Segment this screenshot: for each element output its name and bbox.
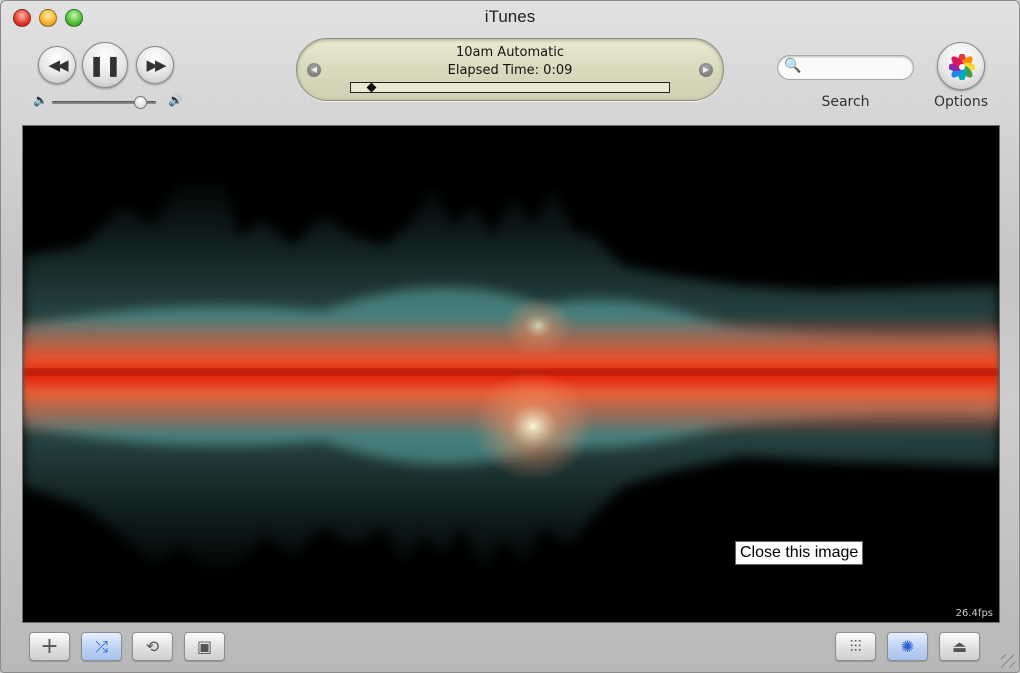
search-icon: 🔍 xyxy=(784,58,802,74)
window-title: iTunes xyxy=(484,7,536,26)
fps-counter: 26.4fps xyxy=(955,608,993,619)
visualizer-button[interactable]: ✺ xyxy=(887,632,928,661)
volume-high-icon: 🔊 xyxy=(168,93,183,107)
fast-forward-icon: ▶▶ xyxy=(146,56,166,74)
rewind-button[interactable]: ◀◀ xyxy=(38,46,76,84)
search-input[interactable] xyxy=(806,59,910,78)
volume-control: 🔈 🔊 xyxy=(33,93,183,111)
repeat-button[interactable]: ⟲ xyxy=(132,632,173,661)
repeat-icon: ⟲ xyxy=(145,637,160,656)
rewind-icon: ◀◀ xyxy=(48,56,68,74)
options-label: Options xyxy=(933,94,989,110)
close-image-overlay[interactable]: Close this image xyxy=(735,541,864,565)
playhead-diamond[interactable] xyxy=(366,82,377,93)
pause-button[interactable]: ❚❚ xyxy=(82,42,128,88)
plus-icon: + xyxy=(40,634,59,659)
search-field[interactable]: 🔍 xyxy=(777,55,914,80)
now-playing-display[interactable]: ◀ 10am Automatic Elapsed Time: 0:09 ▶ xyxy=(296,38,724,101)
options-button[interactable] xyxy=(937,42,985,90)
visualizer-view[interactable]: Close this image 26.4fps xyxy=(22,125,1000,623)
eject-button[interactable]: ⏏ xyxy=(939,632,980,661)
progress-bar[interactable] xyxy=(350,82,670,93)
shuffle-button[interactable]: ⤮ xyxy=(81,632,122,661)
track-title: 10am Automatic xyxy=(456,45,564,60)
eject-icon: ⏏ xyxy=(951,637,968,656)
equalizer-button[interactable]: ⫶⫶⫶ xyxy=(835,632,876,661)
artwork-button[interactable]: ▣ xyxy=(184,632,225,661)
elapsed-time: Elapsed Time: 0:09 xyxy=(447,63,573,78)
volume-knob[interactable] xyxy=(134,96,148,109)
fast-forward-button[interactable]: ▶▶ xyxy=(136,46,174,84)
shuffle-icon: ⤮ xyxy=(95,636,108,656)
snapback-icon[interactable]: ▶ xyxy=(699,63,713,77)
volume-low-icon: 🔈 xyxy=(33,93,48,107)
search-label: Search xyxy=(821,94,870,110)
resize-handle[interactable] xyxy=(1001,654,1015,668)
flower-icon xyxy=(949,54,975,80)
pause-icon: ❚❚ xyxy=(88,53,122,77)
itunes-window: iTunes ◀◀ ❚❚ ▶▶ 🔈 🔊 ◀ 10am Automatic Ela… xyxy=(0,0,1020,673)
equalizer-icon: ⫶⫶⫶ xyxy=(849,636,862,656)
add-playlist-button[interactable]: + xyxy=(29,632,70,661)
artwork-icon: ▣ xyxy=(196,637,213,656)
visualizer-icon: ✺ xyxy=(900,637,915,656)
